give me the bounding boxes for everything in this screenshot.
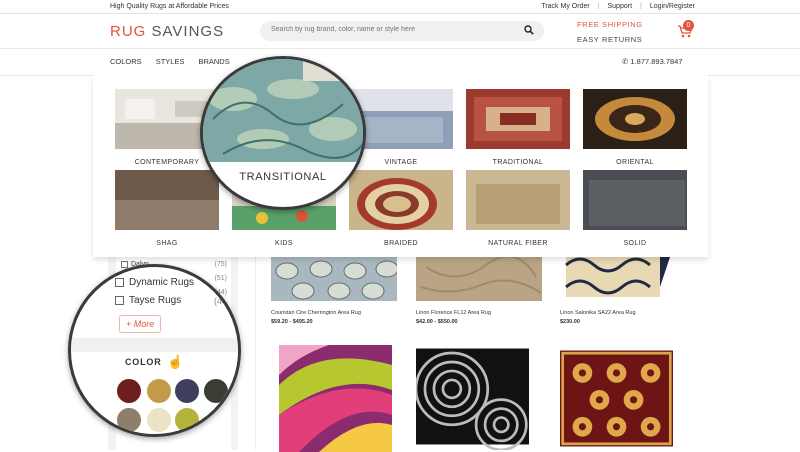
style-label: NATURAL FIBER bbox=[488, 240, 548, 247]
search-input[interactable] bbox=[269, 25, 513, 34]
brand-option[interactable]: Tayse Rugs (44) bbox=[115, 295, 230, 306]
checkbox[interactable] bbox=[121, 261, 128, 268]
nav-styles[interactable]: STYLES bbox=[156, 57, 185, 66]
product-card[interactable]: Linon Salonika SA22 Area Rug $230.00 bbox=[560, 257, 686, 325]
checkbox[interactable] bbox=[115, 296, 124, 305]
checkbox[interactable] bbox=[115, 278, 124, 287]
style-label: BRAIDED bbox=[384, 240, 418, 247]
divider bbox=[255, 257, 256, 450]
separator: | bbox=[640, 3, 642, 10]
brand-count: (51) bbox=[213, 277, 230, 288]
top-bar: High Quality Rugs at Affordable Prices T… bbox=[0, 0, 800, 14]
product-image[interactable] bbox=[271, 257, 399, 301]
product-name[interactable]: Linon Salonika SA22 Area Rug bbox=[560, 310, 686, 316]
main-nav: COLORS STYLES BRANDS ✆ 1.877.893.7847 bbox=[0, 48, 800, 76]
magnifier-filters: Dynamic Rugs (51) Tayse Rugs (44) + More… bbox=[68, 264, 241, 437]
product-card[interactable]: Linon Florence FL12 Area Rug $42.00 - $5… bbox=[416, 255, 542, 325]
style-tile-natural-fiber[interactable]: NATURAL FIBER bbox=[466, 170, 570, 247]
nav-colors[interactable]: COLORS bbox=[110, 57, 142, 66]
style-image[interactable] bbox=[583, 170, 687, 230]
style-image[interactable] bbox=[466, 170, 570, 230]
support-link[interactable]: Support bbox=[608, 3, 633, 10]
style-label: TRADITIONAL bbox=[492, 159, 544, 166]
phone-icon: ✆ bbox=[622, 57, 629, 66]
brand-count: (75) bbox=[214, 261, 227, 268]
panel-gap bbox=[71, 338, 238, 352]
color-swatch[interactable] bbox=[175, 408, 199, 432]
product-name[interactable]: Couristan Cire Cherrington Area Rug bbox=[271, 310, 397, 316]
cart-count-badge: 0 bbox=[683, 20, 694, 31]
track-order-link[interactable]: Track My Order bbox=[541, 3, 589, 10]
transitional-rug-image[interactable] bbox=[203, 59, 363, 162]
style-tile-braided[interactable]: BRAIDED bbox=[349, 170, 453, 247]
brand-count: (44) bbox=[213, 295, 230, 306]
style-image[interactable] bbox=[583, 89, 687, 149]
easy-returns[interactable]: EASY RETURNS bbox=[577, 35, 642, 44]
brand-name: Tayse Rugs bbox=[129, 295, 182, 306]
style-label: KIDS bbox=[275, 240, 293, 247]
style-image[interactable] bbox=[466, 89, 570, 149]
separator: | bbox=[597, 3, 600, 10]
product-price: $59.20 - $495.20 bbox=[271, 319, 313, 325]
style-label: ORIENTAL bbox=[616, 159, 654, 166]
site-header: RUG SAVINGS FREE SHIPPING EASY RETURNS 0 bbox=[0, 14, 800, 48]
style-image[interactable] bbox=[349, 170, 453, 230]
product-card[interactable]: Couristan Cire Cherrington Area Rug $59.… bbox=[271, 257, 399, 325]
product-price: $42.00 - $550.00 bbox=[416, 319, 458, 325]
logo-savings: SAVINGS bbox=[151, 23, 225, 40]
site-logo[interactable]: RUG SAVINGS bbox=[110, 23, 224, 40]
phone-number[interactable]: ✆ 1.877.893.7847 bbox=[622, 57, 683, 66]
style-tile-oriental[interactable]: ORIENTAL bbox=[583, 89, 687, 166]
hand-cursor-icon: ☝ bbox=[167, 354, 184, 369]
brand-name: Dynamic Rugs bbox=[129, 277, 195, 288]
color-swatch[interactable] bbox=[117, 408, 141, 432]
style-label: SHAG bbox=[156, 240, 178, 247]
top-links: Track My Order | Support | Login/Registe… bbox=[541, 3, 695, 10]
search-icon[interactable] bbox=[524, 25, 534, 35]
styles-mega-menu: CONTEMPORARY VINTAGE TRADITIONAL ORIENTA… bbox=[93, 75, 708, 257]
cart-button[interactable]: 0 bbox=[677, 20, 695, 40]
login-register-link[interactable]: Login/Register bbox=[650, 3, 695, 10]
style-label: SOLID bbox=[623, 240, 647, 247]
color-swatch[interactable] bbox=[204, 379, 228, 403]
style-tile-traditional[interactable]: TRADITIONAL bbox=[466, 89, 570, 166]
color-swatch[interactable] bbox=[147, 408, 171, 432]
color-filter-title: COLOR bbox=[125, 357, 162, 367]
product-image[interactable] bbox=[560, 345, 673, 452]
color-swatch[interactable] bbox=[117, 379, 141, 403]
product-image[interactable] bbox=[416, 343, 529, 450]
free-shipping[interactable]: FREE SHIPPING bbox=[577, 20, 643, 29]
search-bar bbox=[260, 21, 544, 41]
product-image[interactable] bbox=[279, 345, 392, 452]
brand-option[interactable]: Dynamic Rugs (51) bbox=[115, 277, 230, 288]
logo-rug: RUG bbox=[110, 23, 147, 40]
style-label: VINTAGE bbox=[384, 159, 418, 166]
product-name[interactable]: Linon Florence FL12 Area Rug bbox=[416, 310, 542, 316]
product-price: $230.00 bbox=[560, 319, 580, 325]
more-brands-button[interactable]: + More bbox=[119, 315, 162, 333]
color-swatch[interactable] bbox=[147, 379, 171, 403]
product-image[interactable] bbox=[416, 255, 542, 301]
tagline: High Quality Rugs at Affordable Prices bbox=[110, 3, 229, 10]
style-tile-solid[interactable]: SOLID bbox=[583, 170, 687, 247]
phone-text: 1.877.893.7847 bbox=[630, 57, 683, 66]
transitional-label: TRANSITIONAL bbox=[239, 171, 327, 183]
color-swatch[interactable] bbox=[175, 379, 199, 403]
product-image[interactable] bbox=[560, 257, 686, 301]
magnifier-transitional[interactable]: TRANSITIONAL bbox=[200, 56, 366, 210]
